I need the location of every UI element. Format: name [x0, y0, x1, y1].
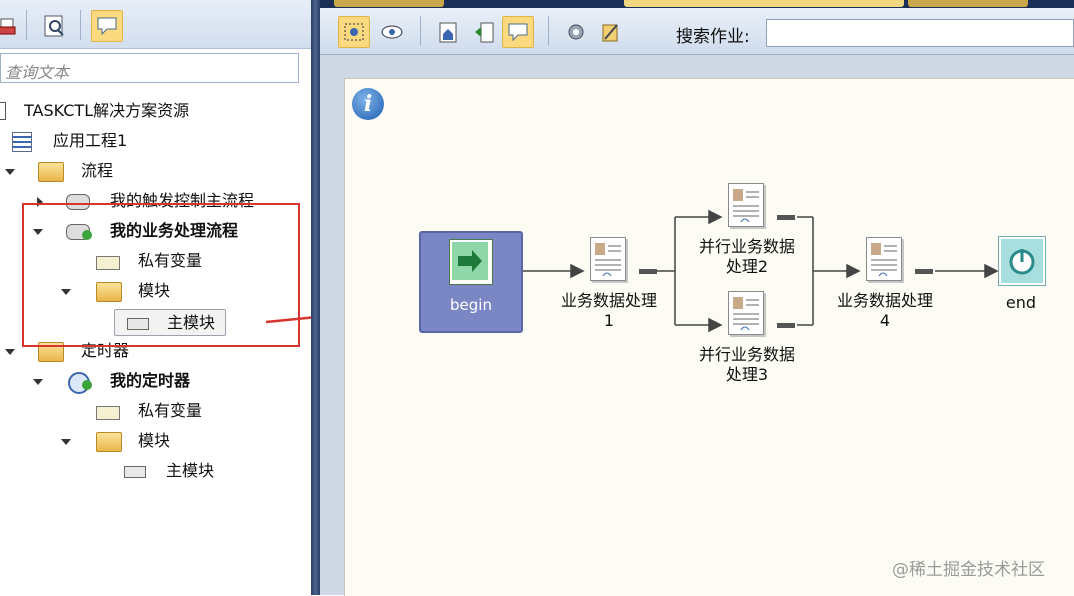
preview-icon[interactable]	[38, 10, 70, 42]
search-job-label: 搜索作业:	[676, 27, 750, 47]
panel-splitter[interactable]	[311, 0, 320, 595]
tree-item-label: 主模块	[166, 461, 215, 480]
tree-item-timer-private-vars[interactable]: 私有变量	[0, 398, 300, 424]
connector-port[interactable]	[777, 215, 795, 220]
flow-canvas[interactable]: i begin 业务数据处理 1 并行业务数据 处理2 并行业务数据 处理3 业…	[344, 78, 1074, 596]
tree-item-label: 我的定时器	[110, 371, 191, 390]
back-icon[interactable]	[468, 16, 500, 48]
job-node-2-label: 并行业务数据 处理2	[695, 237, 799, 277]
variables-icon	[96, 406, 120, 420]
select-icon[interactable]	[338, 16, 370, 48]
search-job-input[interactable]	[766, 19, 1074, 47]
job-node-3-label: 并行业务数据 处理3	[695, 345, 799, 385]
label-line: 4	[879, 311, 891, 330]
tree-item-label: 模块	[138, 431, 171, 450]
comment-icon[interactable]	[502, 16, 534, 48]
label-line: 处理2	[725, 257, 769, 276]
job-node-1-label: 业务数据处理 1	[557, 291, 661, 331]
chevron-down-icon[interactable]	[60, 436, 72, 448]
tree-item-label: TASKCTL解决方案资源	[24, 101, 190, 120]
tree-item-root[interactable]: TASKCTL解决方案资源	[0, 98, 300, 124]
chevron-down-icon[interactable]	[4, 346, 16, 358]
document-tab-active[interactable]	[624, 0, 904, 7]
label-line: 并行业务数据	[698, 345, 795, 364]
tree-item-timer-main-module[interactable]: 主模块	[0, 458, 300, 484]
print-icon[interactable]	[0, 10, 20, 42]
label-line: 处理3	[725, 365, 769, 384]
document-tab[interactable]	[334, 0, 444, 7]
end-label: end	[1005, 293, 1037, 312]
home-icon[interactable]	[432, 16, 464, 48]
tree-search-input[interactable]: 查询文本	[0, 53, 299, 83]
folder-icon	[38, 162, 64, 182]
module-icon	[124, 466, 146, 478]
connector-port[interactable]	[915, 269, 933, 274]
job-node-2-icon[interactable]	[728, 183, 764, 227]
label-line: 业务数据处理	[836, 291, 933, 310]
power-icon	[1001, 239, 1043, 283]
tree-item-label: 应用工程1	[53, 131, 128, 150]
solution-explorer-panel: 查询文本 TASKCTL解决方案资源 应用工程1 流程 我的触发控制主流程 我的…	[0, 0, 311, 595]
chevron-down-icon[interactable]	[32, 376, 44, 388]
label-line: 1	[603, 311, 615, 330]
tree-item-timer-module-folder[interactable]: 模块	[0, 428, 300, 454]
watermark-text: @稀土掘金技术社区	[892, 560, 1045, 580]
job-node-3-icon[interactable]	[728, 291, 764, 335]
job-node-1-icon[interactable]	[590, 237, 626, 281]
end-node[interactable]	[998, 236, 1046, 286]
document-icon	[0, 102, 6, 120]
tree-item-label: 流程	[81, 161, 114, 180]
begin-node[interactable]: begin	[419, 231, 523, 333]
tree-item-label: 私有变量	[138, 401, 203, 420]
arrow-right-icon	[449, 239, 493, 285]
tree-item-my-timer[interactable]: 我的定时器	[0, 368, 300, 394]
settings-icon[interactable]	[560, 16, 592, 48]
tree-item-flow-folder[interactable]: 流程	[0, 158, 300, 184]
label-line: 并行业务数据	[698, 237, 795, 256]
job-node-4-icon[interactable]	[866, 237, 902, 281]
flow-connectors	[523, 209, 999, 333]
document-tab-strip	[320, 0, 1074, 8]
connector-port[interactable]	[777, 323, 795, 328]
flow-designer-panel: 搜索作业: i begin 业务数据处理 1 并行业务数据 处理2 并行业务数据…	[320, 0, 1074, 596]
project-icon	[12, 132, 32, 152]
view-icon[interactable]	[376, 16, 408, 48]
comment-icon[interactable]	[91, 10, 123, 42]
folder-icon	[96, 432, 122, 452]
label-line: 业务数据处理	[560, 291, 657, 310]
chevron-down-icon[interactable]	[4, 166, 16, 178]
document-tab[interactable]	[908, 0, 1028, 7]
designer-toolbar: 搜索作业:	[320, 8, 1074, 55]
job-node-4-label: 业务数据处理 4	[833, 291, 937, 331]
highlight-annotation-box	[22, 203, 300, 347]
add-badge-icon	[82, 380, 92, 390]
tree-item-project[interactable]: 应用工程1	[0, 128, 300, 154]
search-placeholder: 查询文本	[5, 63, 70, 82]
connector-port[interactable]	[639, 269, 657, 274]
explorer-toolbar	[0, 0, 311, 49]
tool-icon[interactable]	[594, 16, 626, 48]
begin-label: begin	[450, 296, 492, 314]
